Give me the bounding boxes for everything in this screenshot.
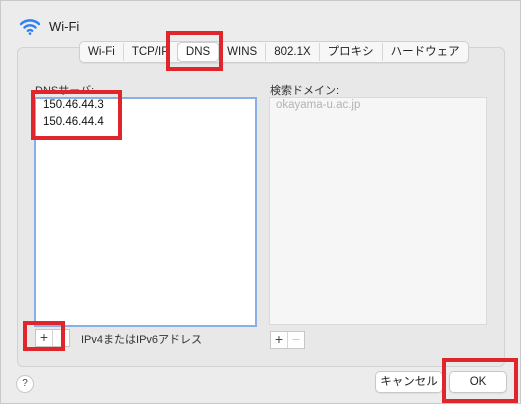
add-search-domain-button[interactable]: +	[271, 332, 287, 348]
add-dns-server-button[interactable]: +	[36, 330, 52, 346]
window-title: Wi-Fi	[49, 18, 80, 34]
dns-servers-label: DNSサーバ:	[35, 85, 95, 97]
search-domain-entry[interactable]: okayama-u.ac.jp	[276, 99, 360, 111]
wifi-icon	[19, 19, 41, 35]
dns-servers-list[interactable]	[34, 97, 257, 327]
tab-wins[interactable]: WINS	[219, 43, 267, 61]
search-domains-list[interactable]	[269, 97, 487, 325]
tab-proxy[interactable]: プロキシ	[320, 43, 383, 61]
network-settings-window: Wi-Fi Wi-Fi TCP/IP DNS WINS 802.1X プロキシ …	[0, 0, 521, 404]
remove-search-domain-button: −	[287, 332, 304, 348]
dns-input-hint: IPv4またはIPv6アドレス	[81, 334, 203, 346]
tab-wifi[interactable]: Wi-Fi	[80, 43, 124, 61]
domain-add-remove-control: + −	[270, 331, 305, 349]
search-domains-label: 検索ドメイン:	[270, 85, 340, 97]
tab-tcpip[interactable]: TCP/IP	[124, 43, 178, 61]
dns-server-entry[interactable]: 150.46.44.4	[43, 116, 104, 128]
window-header: Wi-Fi	[19, 15, 79, 37]
dns-add-remove-control: +	[35, 329, 70, 347]
dns-server-entry[interactable]: 150.46.44.3	[43, 99, 104, 111]
tab-bar: Wi-Fi TCP/IP DNS WINS 802.1X プロキシ ハードウェア	[79, 41, 469, 63]
cancel-button[interactable]: キャンセル	[375, 371, 443, 393]
tab-dns[interactable]: DNS	[177, 43, 220, 61]
ok-button[interactable]: OK	[449, 371, 507, 393]
tab-8021x[interactable]: 802.1X	[266, 43, 320, 61]
help-button[interactable]: ?	[16, 375, 34, 393]
tab-hardware[interactable]: ハードウェア	[383, 43, 468, 61]
remove-dns-server-button	[52, 330, 69, 346]
